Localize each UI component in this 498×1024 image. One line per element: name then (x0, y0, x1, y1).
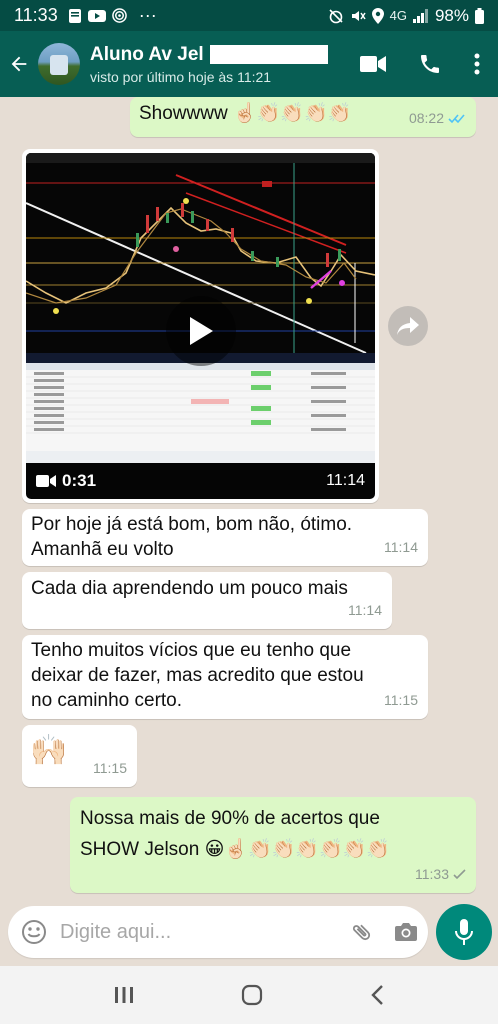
target-icon (111, 8, 127, 23)
emoji-button[interactable] (8, 919, 60, 945)
sent-tick-icon (453, 869, 466, 880)
network-type: 4G (389, 8, 407, 23)
message-text: Tenho muitos vícios que eu tenho que dei… (31, 638, 364, 713)
recent-apps-icon[interactable] (114, 986, 134, 1004)
message-line: Nossa mais de 90% de acertos que (80, 808, 380, 829)
video-duration-text: 0:31 (62, 471, 97, 490)
message-line: Tenho muitos vícios que eu tenho que (31, 640, 352, 661)
message-incoming[interactable]: Tenho muitos vícios que eu tenho que dei… (22, 635, 428, 719)
signal-icon (412, 8, 428, 23)
message-composer (8, 906, 428, 958)
message-incoming[interactable]: Cada dia aprendendo um pouco mais 11:14 (22, 572, 392, 629)
message-time: 11:14 (348, 602, 382, 618)
paperclip-icon (353, 924, 371, 941)
forward-icon (397, 317, 419, 335)
camera-icon (395, 923, 417, 941)
message-line: deixar de fazer, mas acredito que estou (31, 665, 364, 686)
video-camera-icon (36, 474, 56, 487)
message-input[interactable] (60, 920, 340, 944)
message-text: 🙌🏻 (30, 734, 68, 767)
message-meta: 08:22 (409, 106, 466, 131)
contact-name-row: Aluno Av Jel (90, 44, 360, 66)
phone-icon[interactable] (418, 52, 442, 76)
back-nav-icon[interactable] (370, 985, 384, 1005)
message-incoming[interactable]: Por hoje já está bom, bom não, ótimo. Am… (22, 509, 428, 566)
message-list[interactable]: Showwww ☝🏻👏🏻👏🏻👏🏻👏🏻 08:22 0:31 11:14 Por … (0, 97, 498, 965)
mic-button[interactable] (436, 904, 492, 960)
status-bar: 11:33 ··· 4G 98% (0, 0, 498, 31)
play-button[interactable] (166, 296, 236, 366)
message-text: Cada dia aprendendo um pouco mais (31, 578, 348, 599)
message-time: 11:15 (93, 760, 127, 776)
video-camera-icon[interactable] (360, 55, 386, 73)
system-icons: 4G 98% (328, 6, 484, 26)
message-text: Showwww ☝🏻👏🏻👏🏻👏🏻👏🏻 (139, 103, 352, 124)
contact-info[interactable]: Aluno Av Jel visto por último hoje às 11… (90, 44, 360, 85)
message-line: Amanhã eu volto (31, 539, 174, 560)
message-time: 11:15 (384, 692, 418, 708)
more-vert-icon[interactable] (474, 53, 480, 75)
forward-button[interactable] (388, 306, 428, 346)
message-time: 08:22 (408, 110, 444, 126)
location-icon (371, 7, 384, 24)
home-icon[interactable] (241, 984, 263, 1006)
message-meta: 11:15 (93, 756, 127, 781)
header-actions (360, 52, 498, 76)
message-outgoing[interactable]: Showwww ☝🏻👏🏻👏🏻👏🏻👏🏻 08:22 (130, 97, 476, 137)
message-time: 11:14 (326, 472, 365, 489)
read-receipt-icon (448, 114, 465, 124)
youtube-icon (87, 9, 106, 22)
last-seen: visto por último hoje às 11:21 (90, 68, 272, 85)
message-incoming[interactable]: 🙌🏻 11:15 (22, 725, 137, 787)
message-time: 11:14 (384, 539, 418, 555)
video-table-preview (26, 363, 375, 463)
name-redaction (209, 45, 328, 64)
video-duration: 0:31 (36, 468, 96, 493)
alarm-off-icon (329, 8, 343, 23)
document-icon (68, 8, 81, 23)
message-time: 11:33 (415, 866, 449, 882)
message-line: Por hoje já está bom, bom não, ótimo. (31, 514, 353, 535)
message-line: no caminho certo. (31, 690, 183, 711)
chat-header: Aluno Av Jel visto por último hoje às 11… (0, 31, 498, 97)
video-thumbnail[interactable]: 0:31 11:14 (26, 153, 375, 499)
message-line: SHOW Jelson 😀☝🏻👏🏻👏🏻👏🏻👏🏻👏🏻👏🏻 (80, 839, 390, 860)
message-meta: 11:14 (384, 535, 418, 560)
message-text: Nossa mais de 90% de acertos que SHOW Je… (80, 803, 390, 865)
message-video[interactable]: 0:31 11:14 (22, 149, 379, 503)
message-meta: 11:33 (415, 862, 466, 887)
message-meta: 11:15 (384, 688, 418, 713)
arrow-left-icon (11, 56, 27, 72)
status-time: 11:33 (14, 5, 58, 25)
play-icon (190, 317, 213, 345)
message-meta: 11:14 (348, 598, 382, 623)
contact-avatar[interactable] (38, 43, 80, 85)
back-button[interactable] (0, 53, 38, 75)
camera-button[interactable] (384, 921, 428, 943)
battery-icon (475, 7, 484, 24)
microphone-icon (455, 919, 473, 945)
notification-icons: ··· (68, 5, 157, 26)
contact-name: Aluno Av Jel (90, 43, 204, 65)
battery-level: 98% (434, 5, 469, 25)
smiley-icon (22, 920, 46, 944)
attach-button[interactable] (340, 920, 384, 944)
more-notifications-icon: ··· (138, 5, 157, 25)
message-text: Por hoje já está bom, bom não, ótimo. Am… (31, 512, 352, 562)
system-nav-bar (0, 966, 498, 1024)
mute-icon (351, 10, 366, 21)
message-outgoing[interactable]: Nossa mais de 90% de acertos que SHOW Je… (70, 797, 476, 893)
